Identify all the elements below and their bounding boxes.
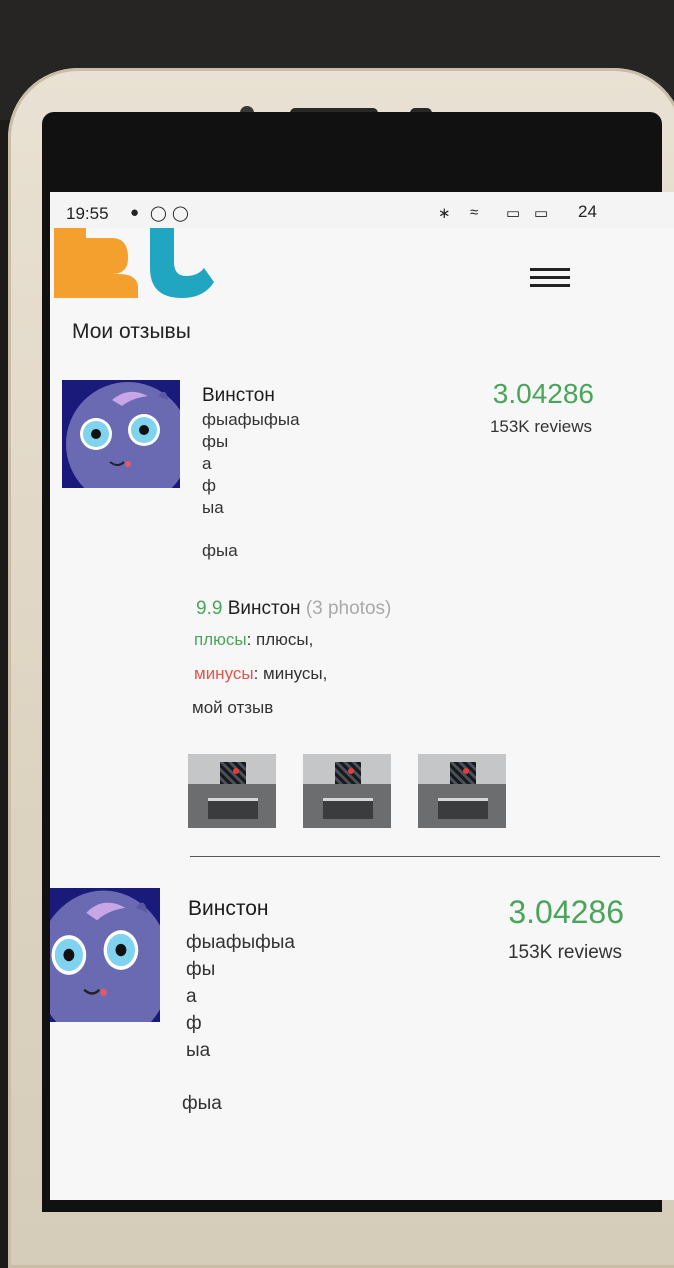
- rotation-icon: ▭: [506, 205, 521, 222]
- review-score: 9.9: [196, 598, 223, 619]
- reviews-count: 153K reviews: [489, 417, 592, 436]
- message-icon: ●: [130, 204, 140, 221]
- description: фыафыфыа фы а ф ыа: [186, 932, 295, 1061]
- wifi-icon: ≈: [470, 204, 479, 221]
- reviewer-name: Винстон: [202, 385, 275, 406]
- check-circle-icon: ◯: [172, 205, 189, 222]
- status-bar: 19:55 ● ◯ ◯ ∗ ≈ ▭ ▭ 24: [50, 192, 674, 228]
- review-photo-thumbnail[interactable]: [188, 754, 276, 828]
- status-time: 19:55: [66, 204, 109, 223]
- bluetooth-icon: ∗: [438, 205, 451, 222]
- review-photo-thumbnail[interactable]: [418, 754, 506, 828]
- rating-value: 3.04286: [508, 894, 624, 930]
- review-header: 9.9 Винстон (3 photos): [196, 598, 391, 620]
- review-cons: минусы: минусы,: [194, 664, 327, 684]
- description-extra: фыа: [202, 541, 238, 560]
- description: фыафыфыа фы а ф ыа: [202, 410, 300, 517]
- reviews-count: 153K reviews: [507, 942, 622, 963]
- review-photos-count: (3 photos): [305, 598, 392, 619]
- reviewer-name: Винстон: [188, 897, 269, 920]
- avatar[interactable]: [62, 380, 180, 488]
- avatar[interactable]: [50, 888, 160, 1022]
- description-extra: фыа: [182, 1093, 222, 1114]
- hamburger-menu-icon[interactable]: [530, 268, 570, 294]
- review-comment: мой отзыв: [192, 698, 274, 717]
- review-author: Винстон: [227, 598, 301, 619]
- app-screen: 19:55 ● ◯ ◯ ∗ ≈ ▭ ▭ 24 Мои отзывы Винсто…: [50, 192, 674, 1200]
- app-logo: [54, 228, 214, 298]
- cons-label: минусы: [194, 664, 254, 683]
- pros-label: плюсы: [194, 630, 247, 649]
- rating-value: 3.04286: [492, 378, 594, 409]
- review-pros: плюсы: плюсы,: [194, 630, 313, 650]
- pros-value: : плюсы,: [246, 630, 314, 649]
- cons-value: : минусы,: [253, 664, 328, 683]
- check-circle-icon: ◯: [150, 205, 167, 222]
- battery-level: 24: [578, 202, 597, 221]
- page-title: Мои отзывы: [72, 320, 191, 343]
- card-divider: [190, 856, 660, 857]
- review-photo-thumbnail[interactable]: [303, 754, 391, 828]
- battery-icon: ▭: [534, 205, 549, 222]
